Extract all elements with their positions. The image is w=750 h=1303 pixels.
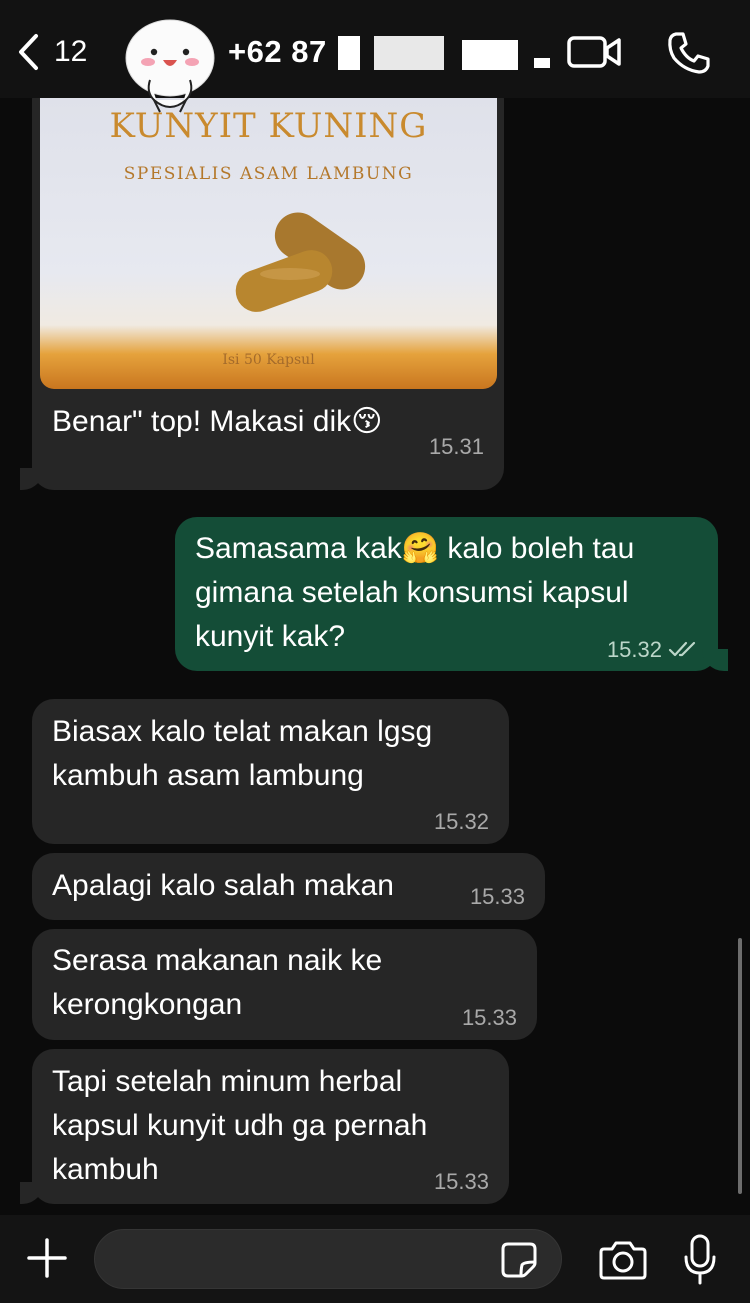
redacted-number-block bbox=[462, 40, 518, 70]
incoming-message[interactable]: Apalagi kalo salah makan 15.33 bbox=[32, 853, 545, 920]
message-input[interactable] bbox=[94, 1229, 562, 1289]
bubble-tail bbox=[20, 468, 44, 490]
redacted-number-block bbox=[338, 36, 360, 70]
incoming-message[interactable]: Serasa makanan naik ke kerongkongan 15.3… bbox=[32, 929, 537, 1040]
message-time: 15.33 bbox=[433, 1169, 489, 1194]
voice-call-button[interactable] bbox=[666, 30, 712, 76]
incoming-image-message[interactable]: KUNYIT KUNING SPESIALIS ASAM LAMBUNG Isi… bbox=[32, 98, 504, 490]
message-time: 15.32 bbox=[433, 809, 489, 834]
redacted-number-block bbox=[534, 58, 550, 68]
sticker-button[interactable] bbox=[500, 1241, 538, 1279]
unread-count: 12 bbox=[54, 35, 88, 68]
sticker-icon bbox=[501, 1242, 537, 1278]
microphone-icon bbox=[684, 1234, 716, 1285]
message-text: Tapi setelah minum herbal kapsul kunyit … bbox=[52, 1065, 428, 1186]
chat-header: 12 +62 87 bbox=[0, 0, 750, 113]
video-call-icon bbox=[567, 36, 621, 68]
read-receipt-icon bbox=[668, 641, 696, 657]
avatar[interactable] bbox=[124, 14, 216, 118]
back-chevron-icon bbox=[19, 34, 38, 70]
scrollbar[interactable] bbox=[738, 938, 742, 1194]
message-text: Apalagi kalo salah makan bbox=[52, 869, 394, 902]
bubble-tail bbox=[20, 1182, 44, 1204]
message-text: Benar" top! Makasi dik😚 bbox=[52, 405, 383, 438]
phone-call-icon bbox=[668, 32, 710, 74]
message-list[interactable]: KUNYIT KUNING SPESIALIS ASAM LAMBUNG Isi… bbox=[0, 98, 750, 1215]
video-call-button[interactable] bbox=[567, 32, 623, 72]
product-photo[interactable]: KUNYIT KUNING SPESIALIS ASAM LAMBUNG Isi… bbox=[40, 98, 497, 389]
composer-bar bbox=[0, 1215, 750, 1303]
product-count: Isi 50 Kapsul bbox=[222, 352, 315, 368]
attach-button[interactable] bbox=[26, 1237, 68, 1279]
message-time: 15.31 bbox=[428, 434, 484, 459]
capsules-image bbox=[235, 212, 366, 312]
message-time: 15.33 bbox=[469, 884, 525, 909]
microphone-button[interactable] bbox=[682, 1233, 718, 1287]
redacted-number-block bbox=[374, 36, 444, 70]
message-text: Serasa makanan naik ke kerongkongan bbox=[52, 944, 383, 1021]
message-time: 15.33 bbox=[461, 1005, 517, 1030]
contact-name[interactable]: +62 87 bbox=[228, 34, 327, 70]
message-time: 15.32 bbox=[606, 637, 662, 662]
camera-icon bbox=[599, 1241, 647, 1280]
plus-icon bbox=[27, 1238, 67, 1278]
message-text: Biasax kalo telat makan lgsg kambuh asam… bbox=[52, 715, 433, 792]
message-text: Samasama kak🤗 kalo boleh tau gimana sete… bbox=[195, 532, 635, 653]
camera-button[interactable] bbox=[598, 1239, 648, 1281]
product-subtitle: SPESIALIS ASAM LAMBUNG bbox=[123, 164, 414, 184]
outgoing-message[interactable]: Samasama kak🤗 kalo boleh tau gimana sete… bbox=[175, 517, 718, 671]
incoming-message[interactable]: Tapi setelah minum herbal kapsul kunyit … bbox=[32, 1049, 509, 1204]
product-brand: KUNYIT KUNING bbox=[109, 106, 428, 146]
back-button[interactable]: 12 bbox=[14, 30, 104, 74]
incoming-message[interactable]: Biasax kalo telat makan lgsg kambuh asam… bbox=[32, 699, 509, 844]
